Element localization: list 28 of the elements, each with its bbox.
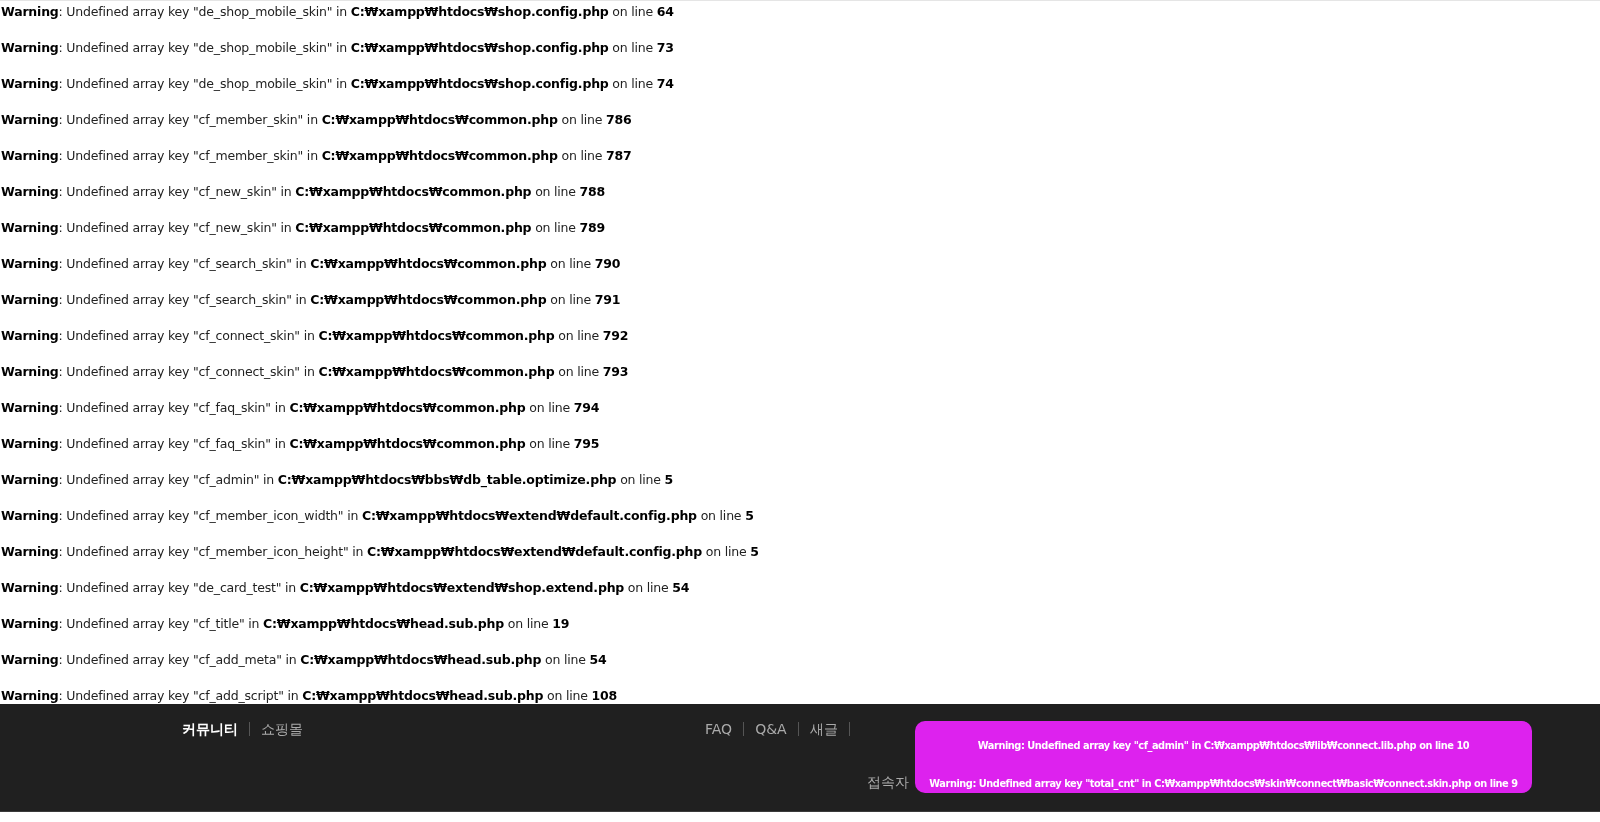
warning-message: Warning: Undefined array key "de_shop_mobile_skin" in C:₩xampp₩htdocs₩shop.config.php on line 74 xyxy=(0,76,675,93)
warning-message: Warning: Undefined array key "cf_add_meta" in C:₩xampp₩htdocs₩head.sub.php on line 54 xyxy=(0,652,608,669)
warning-message: Warning: Undefined array key "cf_add_script" in C:₩xampp₩htdocs₩head.sub.php on line 108 xyxy=(0,688,618,705)
warning-message: Warning: Undefined array key "cf_new_skin" in C:₩xampp₩htdocs₩common.php on line 788 xyxy=(0,184,607,201)
warning-message: Warning: Undefined array key "cf_search_skin" in C:₩xampp₩htdocs₩common.php on line 791 xyxy=(0,292,622,309)
warning-message: Warning: Undefined array key "de_shop_mobile_skin" in C:₩xampp₩htdocs₩shop.config.php on line 73 xyxy=(0,40,675,57)
visitor-label: 접속자 xyxy=(867,774,910,792)
site-tab[interactable]: 커뮤니티 xyxy=(182,722,249,736)
footer-link[interactable]: 새글 xyxy=(798,722,850,736)
warning-message: Warning: Undefined array key "cf_connect_skin" in C:₩xampp₩htdocs₩common.php on line 793 xyxy=(0,364,630,381)
warning-message: Warning: Undefined array key "cf_faq_skin" in C:₩xampp₩htdocs₩common.php on line 794 xyxy=(0,400,601,417)
popup-warning-message: Warning: Undefined array key "total_cnt" in C:₩xampp₩htdocs₩skin₩connect₩basic₩connect.skin.php on line 9 xyxy=(929,778,1518,789)
warning-message: Warning: Undefined array key "cf_member_icon_height" in C:₩xampp₩htdocs₩extend₩default.config.php on line 5 xyxy=(0,544,760,561)
warning-message: Warning: Undefined array key "cf_member_skin" in C:₩xampp₩htdocs₩common.php on line 786 xyxy=(0,112,633,129)
warning-message: Warning: Undefined array key "cf_search_skin" in C:₩xampp₩htdocs₩common.php on line 790 xyxy=(0,256,622,273)
footer-link[interactable]: Q&A xyxy=(744,722,799,736)
site-tab[interactable]: 쇼핑몰 xyxy=(249,722,314,736)
warning-message: Warning: Undefined array key "cf_member_icon_width" in C:₩xampp₩htdocs₩extend₩default.config.php on line 5 xyxy=(0,508,755,525)
warning-message: Warning: Undefined array key "de_card_test" in C:₩xampp₩htdocs₩extend₩shop.extend.php on line 54 xyxy=(0,580,691,597)
warning-message: Warning: Undefined array key "cf_member_skin" in C:₩xampp₩htdocs₩common.php on line 787 xyxy=(0,148,633,165)
warning-message: Warning: Undefined array key "cf_connect_skin" in C:₩xampp₩htdocs₩common.php on line 792 xyxy=(0,328,630,345)
warning-message: Warning: Undefined array key "cf_admin" in C:₩xampp₩htdocs₩bbs₩db_table.optimize.php on line 5 xyxy=(0,472,675,490)
warning-message: Warning: Undefined array key "cf_new_skin" in C:₩xampp₩htdocs₩common.php on line 789 xyxy=(0,220,607,237)
popup-warning-message: Warning: Undefined array key "cf_admin" in C:₩xampp₩htdocs₩lib₩connect.lib.php on line 10 xyxy=(977,740,1470,751)
warning-message: Warning: Undefined array key "de_shop_mobile_skin" in C:₩xampp₩htdocs₩shop.config.php on line 64 xyxy=(0,4,675,21)
footer-link[interactable]: FAQ xyxy=(705,722,745,736)
warning-message: Warning: Undefined array key "cf_title" in C:₩xampp₩htdocs₩head.sub.php on line 19 xyxy=(0,616,571,633)
warning-message: Warning: Undefined array key "cf_faq_skin" in C:₩xampp₩htdocs₩common.php on line 795 xyxy=(0,436,601,453)
